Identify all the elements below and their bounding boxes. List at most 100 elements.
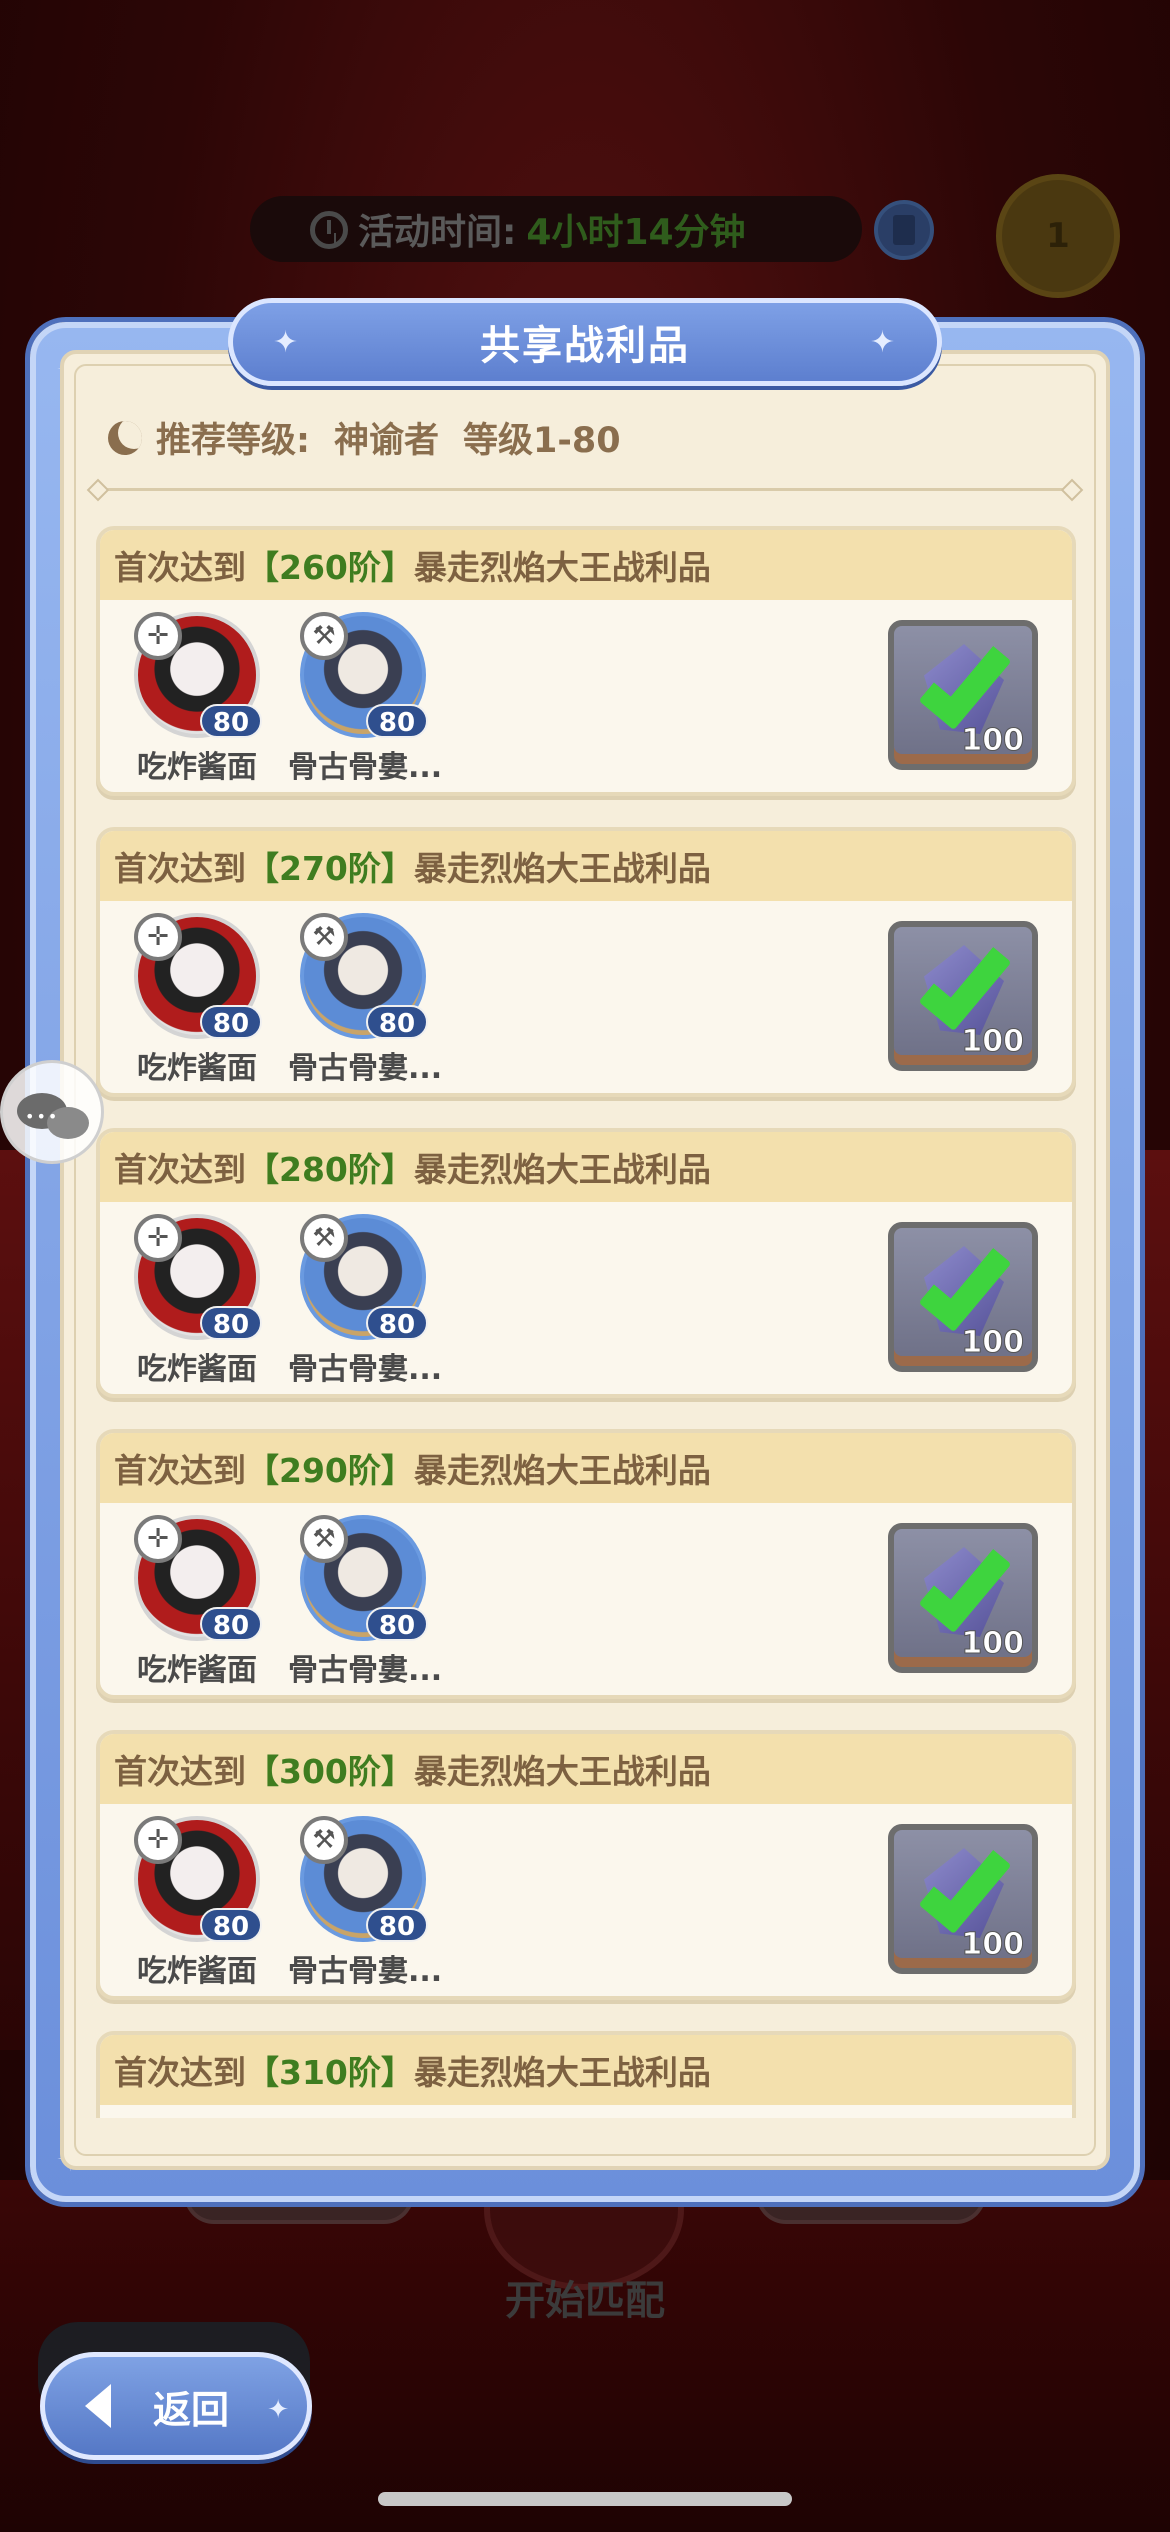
reward-card: 首次达到 【260阶】 暴走烈焰大王战利品 ✛ 80 吃炸酱面 ⚒ 80 骨古骨… <box>96 526 1076 796</box>
trophy-icon[interactable]: 1 <box>996 174 1120 298</box>
hero-level: 80 <box>366 1306 428 1340</box>
class-icon: ⚒ <box>300 1816 348 1864</box>
hero-name: 吃炸酱面 <box>137 1051 257 1086</box>
hero-slot[interactable]: ✛ 80 吃炸酱面 <box>122 612 272 786</box>
hero-portrait: ⚒ 80 <box>300 913 428 1039</box>
class-icon: ✛ <box>134 913 182 961</box>
reward-header: 首次达到 【310阶】 暴走烈焰大王战利品 <box>100 2035 1072 2105</box>
class-icon: ⚒ <box>300 913 348 961</box>
reward-card: 首次达到 【280阶】 暴走烈焰大王战利品 ✛ 80 吃炸酱面 ⚒ 80 骨古骨… <box>96 1128 1076 1398</box>
class-icon: ✛ <box>134 1515 182 1563</box>
hero-level: 80 <box>366 1005 428 1039</box>
recommended-level: 推荐等级: 神谕者 等级1-80 <box>108 412 621 463</box>
reward-suffix: 暴走烈焰大王战利品 <box>413 1451 711 1490</box>
hero-slot[interactable]: ⚒ 80 骨古骨婁... <box>288 1214 443 1388</box>
star-icon: ✦ <box>273 325 301 360</box>
hero-name: 吃炸酱面 <box>137 1352 257 1387</box>
hero-name: 骨古骨婁... <box>288 1051 443 1086</box>
reward-tier: 【310阶】 <box>246 2053 414 2092</box>
hero-portrait: ✛ 80 <box>134 1515 262 1641</box>
hero-name: 骨古骨婁... <box>288 1653 443 1688</box>
item-count: 100 <box>961 1927 1025 1963</box>
hero-level: 80 <box>366 1607 428 1641</box>
hero-level: 80 <box>200 1908 262 1942</box>
hero-level: 80 <box>200 1306 262 1340</box>
back-button[interactable]: 返回 ✦ <box>40 2352 312 2460</box>
dialog-title-banner: ✦ 共享战利品 ✦ <box>228 298 942 386</box>
recommended-range: 等级1-80 <box>463 421 621 461</box>
reward-header: 首次达到 【270阶】 暴走烈焰大王战利品 <box>100 831 1072 901</box>
clock-icon <box>310 211 348 249</box>
hero-name: 骨古骨婁... <box>288 1352 443 1387</box>
hero-portrait: ✛ 80 <box>134 612 262 738</box>
reward-suffix: 暴走烈焰大王战利品 <box>413 849 711 888</box>
book-icon[interactable] <box>874 200 934 260</box>
hero-slot[interactable]: ⚒ 80 骨古骨婁... <box>288 1515 443 1689</box>
timer-value: 4小时14分钟 <box>526 212 746 253</box>
hero-portrait: ⚒ 80 <box>300 1515 428 1641</box>
hero-slot[interactable]: ⚒ 80 骨古骨婁... <box>288 1816 443 1990</box>
class-icon: ⚒ <box>300 1214 348 1262</box>
hero-portrait: ⚒ 80 <box>300 1214 428 1340</box>
reward-prefix: 首次达到 <box>114 1150 246 1189</box>
hero-portrait: ✛ 80 <box>134 1214 262 1340</box>
item-count: 100 <box>961 1626 1025 1662</box>
reward-tier: 【260阶】 <box>246 548 414 587</box>
hero-name: 吃炸酱面 <box>137 1653 257 1688</box>
reward-suffix: 暴走烈焰大王战利品 <box>413 1752 711 1791</box>
star-icon: ✦ <box>267 2395 289 2425</box>
hero-level: 80 <box>200 704 262 738</box>
hero-portrait: ⚒ 80 <box>300 612 428 738</box>
hero-level: 80 <box>366 704 428 738</box>
star-icon: ✦ <box>869 325 897 360</box>
reward-card: 首次达到 【290阶】 暴走烈焰大王战利品 ✛ 80 吃炸酱面 ⚒ 80 骨古骨… <box>96 1429 1076 1699</box>
hero-name: 骨古骨婁... <box>288 1954 443 1989</box>
hero-level: 80 <box>366 1908 428 1942</box>
reward-tier: 【280阶】 <box>246 1150 414 1189</box>
reward-header: 首次达到 【280阶】 暴走烈焰大王战利品 <box>100 1132 1072 1202</box>
reward-item[interactable]: 100 <box>888 620 1038 770</box>
hero-slot[interactable]: ✛ 80 吃炸酱面 <box>122 1816 272 1990</box>
back-chevron-icon <box>85 2384 111 2428</box>
chat-button[interactable]: ••• <box>0 1060 104 1164</box>
reward-item[interactable]: 100 <box>888 1824 1038 1974</box>
hero-portrait: ✛ 80 <box>134 913 262 1039</box>
reward-list[interactable]: 首次达到 【260阶】 暴走烈焰大王战利品 ✛ 80 吃炸酱面 ⚒ 80 骨古骨… <box>96 526 1076 2118</box>
hero-level: 80 <box>200 1607 262 1641</box>
timer-label: 活动时间: <box>358 212 517 253</box>
recommended-class: 神谕者 <box>334 421 440 461</box>
hero-slot[interactable]: ✛ 80 吃炸酱面 <box>122 913 272 1087</box>
reward-card: 首次达到 【310阶】 暴走烈焰大王战利品 <box>96 2031 1076 2118</box>
reward-header: 首次达到 【260阶】 暴走烈焰大王战利品 <box>100 530 1072 600</box>
reward-prefix: 首次达到 <box>114 548 246 587</box>
hero-slot[interactable]: ✛ 80 吃炸酱面 <box>122 1214 272 1388</box>
dialog-title: 共享战利品 <box>480 323 690 369</box>
hero-level: 80 <box>200 1005 262 1039</box>
hero-slot[interactable]: ⚒ 80 骨古骨婁... <box>288 913 443 1087</box>
hero-portrait: ✛ 80 <box>134 1816 262 1942</box>
hero-slot[interactable]: ✛ 80 吃炸酱面 <box>122 1515 272 1689</box>
reward-item[interactable]: 100 <box>888 1222 1038 1372</box>
reward-tier: 【290阶】 <box>246 1451 414 1490</box>
hero-name: 骨古骨婁... <box>288 750 443 785</box>
reward-tier: 【300阶】 <box>246 1752 414 1791</box>
reward-prefix: 首次达到 <box>114 1451 246 1490</box>
item-count: 100 <box>961 1024 1025 1060</box>
divider <box>96 488 1074 491</box>
activity-timer: 活动时间: 4小时14分钟 <box>250 196 862 262</box>
reward-prefix: 首次达到 <box>114 849 246 888</box>
reward-item[interactable]: 100 <box>888 1523 1038 1673</box>
chat-dots: ••• <box>25 1107 60 1126</box>
class-icon: ✛ <box>134 1816 182 1864</box>
reward-item[interactable]: 100 <box>888 921 1038 1071</box>
reward-tier: 【270阶】 <box>246 849 414 888</box>
home-indicator[interactable] <box>378 2492 792 2506</box>
reward-header: 首次达到 【290阶】 暴走烈焰大王战利品 <box>100 1433 1072 1503</box>
reward-suffix: 暴走烈焰大王战利品 <box>413 1150 711 1189</box>
hero-slot[interactable]: ⚒ 80 骨古骨婁... <box>288 612 443 786</box>
reward-card: 首次达到 【300阶】 暴走烈焰大王战利品 ✛ 80 吃炸酱面 ⚒ 80 骨古骨… <box>96 1730 1076 2000</box>
match-label: 开始匹配 <box>505 2278 665 2324</box>
class-icon: ⚒ <box>300 612 348 660</box>
recommended-label: 推荐等级: <box>156 421 310 461</box>
reward-card: 首次达到 【270阶】 暴走烈焰大王战利品 ✛ 80 吃炸酱面 ⚒ 80 骨古骨… <box>96 827 1076 1097</box>
